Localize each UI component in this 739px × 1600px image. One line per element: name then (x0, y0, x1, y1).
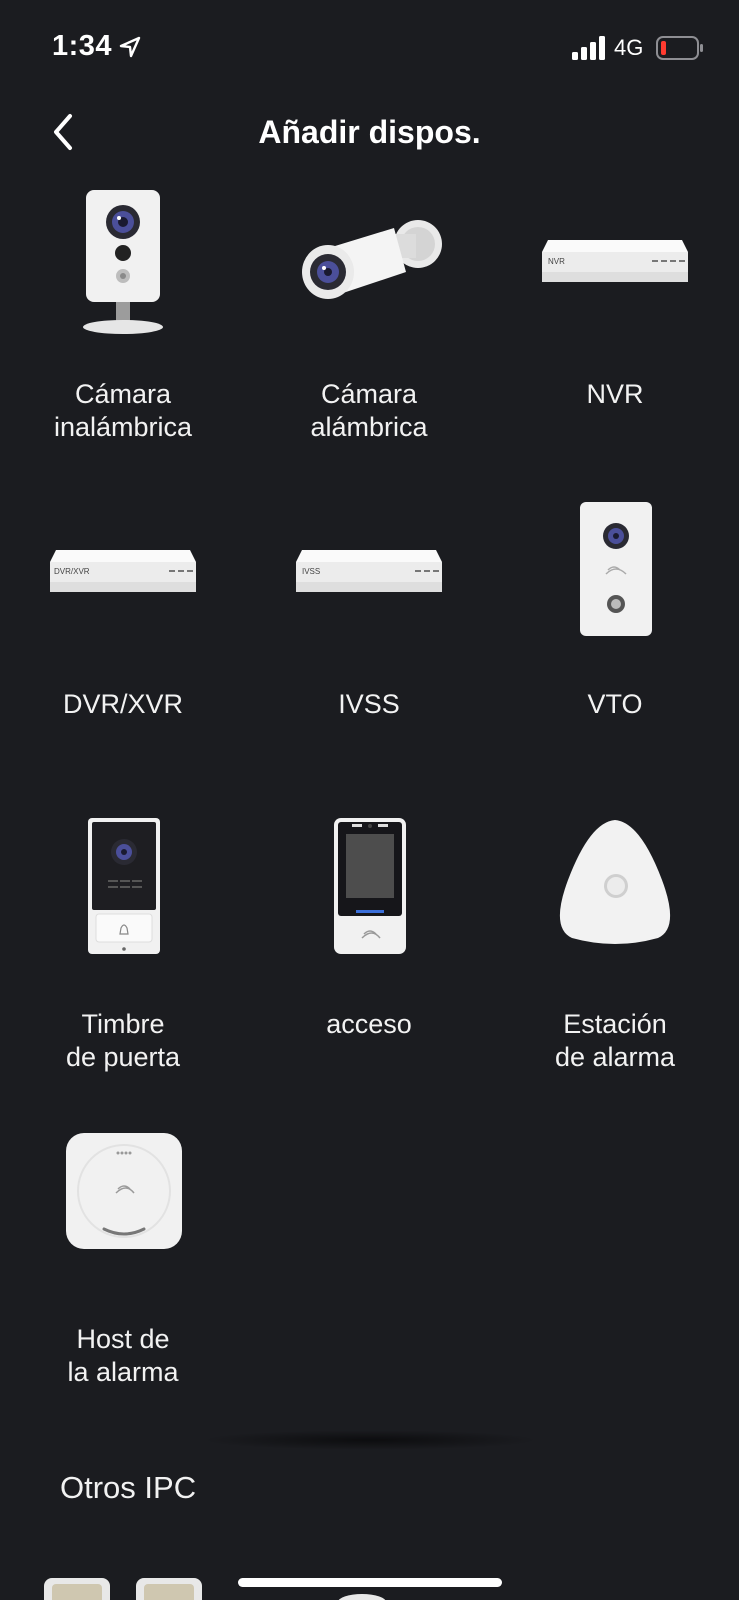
device-wireless-camera[interactable]: Cámara inalámbrica (0, 180, 246, 480)
alarm-station-icon (559, 820, 671, 944)
status-time: 1:34 (52, 30, 113, 62)
device-label: VTO (587, 689, 643, 719)
bullet-camera-icon (302, 220, 442, 299)
navigation-bar: Añadir dispos. (0, 100, 739, 164)
device-label: NVR (586, 379, 644, 409)
location-arrow-icon (119, 36, 141, 58)
device-label: DVR/XVR (62, 689, 184, 719)
device-print: DVR/XVR (54, 567, 90, 576)
device-access-control[interactable]: acceso (246, 810, 492, 1110)
alarm-host-icon (66, 1133, 182, 1249)
device-label: IVSS (338, 689, 400, 719)
doorbell-icon (88, 818, 160, 954)
device-alarm-station[interactable]: Estación de alarma (492, 810, 738, 1110)
device-label: Estación de alarma (554, 1009, 676, 1072)
device-print: IVSS (302, 567, 320, 576)
wireless-camera-icon (83, 190, 163, 334)
home-indicator[interactable] (238, 1578, 502, 1587)
section-title-other-ipc: Otros IPC (60, 1470, 197, 1505)
device-vto[interactable]: VTO (492, 490, 738, 790)
battery-icon (656, 36, 703, 60)
device-ivss[interactable]: IVSS IVSS (246, 490, 492, 790)
device-print: NVR (548, 257, 565, 266)
dvr-recorder-icon: DVR/XVR (50, 550, 196, 592)
device-label: Cámara inalámbrica (53, 379, 193, 442)
page-title: Añadir dispos. (258, 114, 481, 150)
section-divider (200, 1430, 540, 1450)
device-label: acceso (326, 1009, 412, 1039)
device-label: Cámara alámbrica (310, 379, 428, 442)
status-bar: 1:34 4G (0, 0, 739, 96)
access-control-icon (334, 818, 406, 954)
device-dvr-xvr[interactable]: DVR/XVR DVR/XVR (0, 490, 246, 790)
device-label: Host de la alarma (67, 1324, 179, 1387)
device-nvr[interactable]: NVR NVR (492, 180, 738, 480)
vto-intercom-icon (580, 502, 652, 636)
device-alarm-host[interactable]: Host de la alarma (0, 1125, 246, 1425)
cellular-signal-icon (572, 36, 605, 60)
device-doorbell[interactable]: Timbre de puerta (0, 810, 246, 1110)
ivss-recorder-icon: IVSS (296, 550, 442, 592)
device-label: Timbre de puerta (65, 1009, 181, 1072)
device-wired-camera[interactable]: Cámara alámbrica (246, 180, 492, 480)
network-type: 4G (614, 35, 644, 60)
nvr-recorder-icon: NVR (542, 240, 688, 282)
